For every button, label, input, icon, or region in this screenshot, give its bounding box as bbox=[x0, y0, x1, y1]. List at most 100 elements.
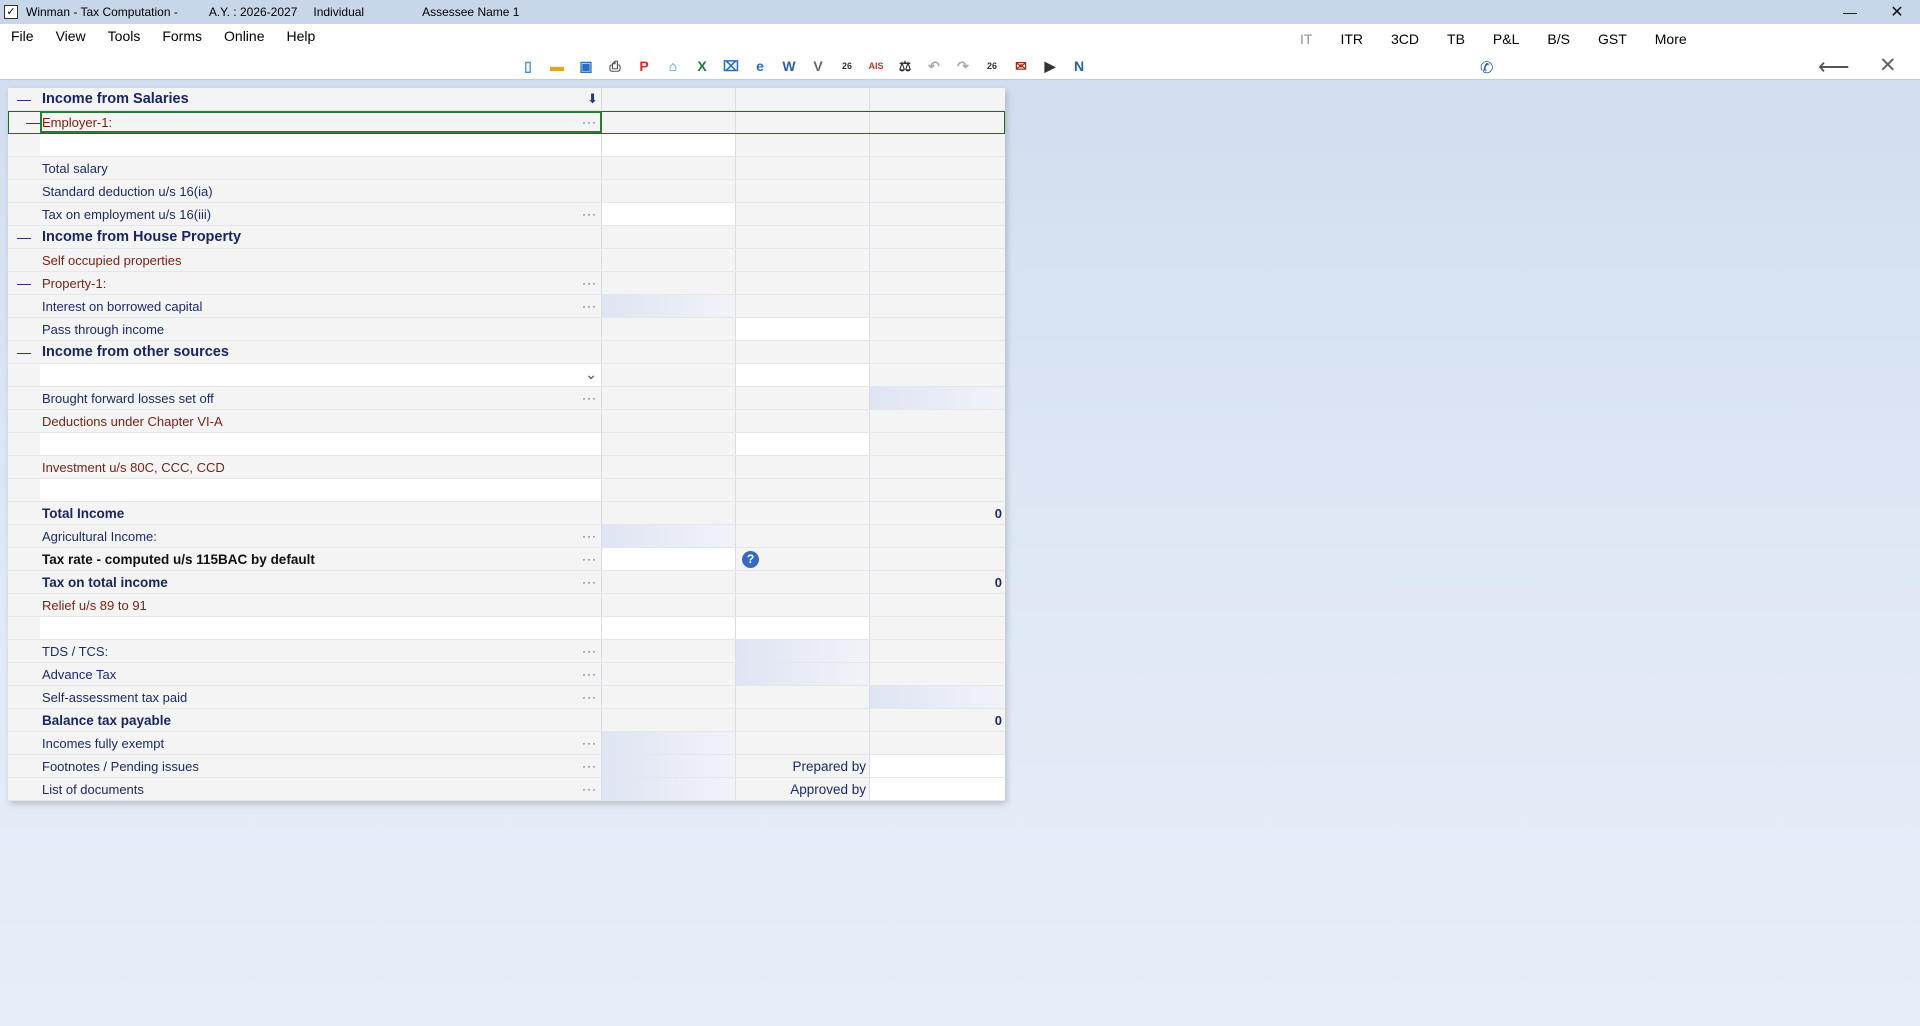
value-cell-2[interactable] bbox=[736, 387, 870, 409]
row-label-cell[interactable]: Brought forward losses set off ··· bbox=[40, 387, 602, 409]
value-cell-2[interactable] bbox=[736, 157, 870, 179]
value-cell-1[interactable] bbox=[602, 134, 736, 156]
print-icon[interactable]: ⎙ bbox=[603, 56, 627, 76]
download-icon[interactable]: ⬇ bbox=[587, 91, 598, 107]
module-tab-more[interactable]: More bbox=[1655, 31, 1687, 47]
redo-icon[interactable]: ↷ bbox=[951, 56, 975, 76]
new-icon[interactable]: ▯ bbox=[516, 56, 540, 76]
value-cell-2[interactable] bbox=[736, 111, 870, 133]
value-cell-1[interactable] bbox=[602, 364, 736, 386]
value-cell-1[interactable] bbox=[602, 663, 736, 685]
menu-help[interactable]: Help bbox=[286, 28, 315, 44]
value-cell-2[interactable] bbox=[736, 594, 870, 616]
value-cell-1[interactable] bbox=[602, 686, 736, 708]
value-cell-1[interactable] bbox=[602, 341, 736, 363]
value-cell-1[interactable] bbox=[602, 387, 736, 409]
row-label-cell[interactable]: Deductions under Chapter VI-A bbox=[40, 410, 602, 432]
value-cell-2[interactable] bbox=[736, 249, 870, 271]
value-cell-3[interactable] bbox=[870, 479, 1005, 501]
module-tab-itr[interactable]: ITR bbox=[1340, 31, 1363, 47]
row-label-cell[interactable] bbox=[40, 134, 602, 156]
more-options-icon[interactable]: ··· bbox=[582, 690, 597, 704]
value-cell-3[interactable] bbox=[870, 433, 1005, 455]
module-tab-bs[interactable]: B/S bbox=[1547, 31, 1570, 47]
row-label-cell[interactable]: Footnotes / Pending issues ··· bbox=[40, 755, 602, 777]
value-cell-3[interactable] bbox=[870, 226, 1005, 248]
module-tab-tb[interactable]: TB bbox=[1447, 31, 1465, 47]
app-checkbox-icon[interactable]: ✓ bbox=[4, 5, 18, 19]
value-cell-3[interactable] bbox=[870, 525, 1005, 547]
row-label-cell[interactable]: Total Income bbox=[40, 502, 602, 524]
row-label-cell[interactable]: Investment u/s 80C, CCC, CCD bbox=[40, 456, 602, 478]
value-cell-3[interactable] bbox=[870, 134, 1005, 156]
value-cell-2[interactable] bbox=[736, 502, 870, 524]
row-label-cell[interactable]: List of documents ··· bbox=[40, 778, 602, 800]
value-cell-3[interactable] bbox=[870, 295, 1005, 317]
value-cell-3[interactable] bbox=[870, 686, 1005, 708]
phone-icon[interactable]: ✆ bbox=[1480, 58, 1493, 78]
value-cell-2[interactable] bbox=[736, 180, 870, 202]
value-cell-3[interactable] bbox=[870, 272, 1005, 294]
menu-forms[interactable]: Forms bbox=[162, 28, 202, 44]
value-cell-3[interactable] bbox=[870, 617, 1005, 639]
chevron-down-icon[interactable]: ⌄ bbox=[585, 366, 597, 383]
value-cell-3[interactable] bbox=[870, 88, 1005, 110]
value-cell-2[interactable] bbox=[736, 295, 870, 317]
more-options-icon[interactable]: ··· bbox=[582, 276, 597, 290]
value-cell-3[interactable]: 0 bbox=[870, 709, 1005, 731]
value-cell-1[interactable] bbox=[602, 548, 736, 570]
row-label-cell[interactable]: Total salary bbox=[40, 157, 602, 179]
back-arrow-icon[interactable]: ⟵ bbox=[1818, 54, 1850, 80]
row-label-cell[interactable]: Property-1: ··· bbox=[40, 272, 602, 294]
value-cell-1[interactable] bbox=[602, 456, 736, 478]
close-window-button[interactable]: ✕ bbox=[1874, 0, 1920, 24]
value-cell-2[interactable]: Prepared by bbox=[736, 755, 870, 777]
value-cell-2[interactable] bbox=[736, 341, 870, 363]
value-cell-2[interactable] bbox=[736, 686, 870, 708]
value-cell-3[interactable] bbox=[870, 249, 1005, 271]
value-cell-3[interactable] bbox=[870, 180, 1005, 202]
home-icon[interactable]: ⌂ bbox=[661, 56, 685, 76]
value-cell-3[interactable]: 0 bbox=[870, 502, 1005, 524]
row-label-cell[interactable] bbox=[40, 617, 602, 639]
value-cell-1[interactable] bbox=[602, 111, 736, 133]
value-cell-3[interactable] bbox=[870, 157, 1005, 179]
module-tab-3cd[interactable]: 3CD bbox=[1391, 31, 1419, 47]
value-cell-1[interactable] bbox=[602, 617, 736, 639]
row-label-cell[interactable]: Income from other sources bbox=[40, 341, 602, 363]
collapse-toggle[interactable]: — bbox=[8, 111, 40, 133]
value-cell-2[interactable] bbox=[736, 88, 870, 110]
value-cell-1[interactable] bbox=[602, 479, 736, 501]
more-options-icon[interactable]: ··· bbox=[582, 552, 597, 566]
value-cell-1[interactable] bbox=[602, 640, 736, 662]
value-cell-2[interactable] bbox=[736, 640, 870, 662]
value-cell-3[interactable]: 0 bbox=[870, 571, 1005, 593]
row-label-cell[interactable]: Agricultural Income: ··· bbox=[40, 525, 602, 547]
value-cell-2[interactable] bbox=[736, 663, 870, 685]
menu-view[interactable]: View bbox=[56, 28, 86, 44]
ie-icon[interactable]: e bbox=[748, 56, 772, 76]
more-options-icon[interactable]: ··· bbox=[582, 736, 597, 750]
value-cell-3[interactable] bbox=[870, 387, 1005, 409]
value-cell-1[interactable] bbox=[602, 226, 736, 248]
value-cell-1[interactable] bbox=[602, 709, 736, 731]
close-form-icon[interactable]: ✕ bbox=[1879, 53, 1897, 78]
value-cell-1[interactable] bbox=[602, 295, 736, 317]
collapse-toggle[interactable]: — bbox=[8, 226, 40, 248]
word-icon[interactable]: W bbox=[777, 56, 801, 76]
menu-file[interactable]: File bbox=[11, 28, 34, 44]
value-cell-3[interactable] bbox=[870, 364, 1005, 386]
undo-icon[interactable]: ↶ bbox=[922, 56, 946, 76]
value-cell-3[interactable] bbox=[870, 778, 1005, 800]
row-label-cell[interactable]: Tax on employment u/s 16(iii) ··· bbox=[40, 203, 602, 225]
row-label-cell[interactable]: ⌄ bbox=[40, 364, 602, 386]
value-cell-1[interactable] bbox=[602, 502, 736, 524]
value-cell-1[interactable] bbox=[602, 203, 736, 225]
collapse-toggle[interactable]: — bbox=[8, 272, 40, 294]
value-cell-2[interactable] bbox=[736, 732, 870, 754]
more-options-icon[interactable]: ··· bbox=[582, 391, 597, 405]
value-cell-1[interactable] bbox=[602, 272, 736, 294]
row-label-cell[interactable]: Tax on total income ··· bbox=[40, 571, 602, 593]
row-label-cell[interactable]: Advance Tax ··· bbox=[40, 663, 602, 685]
value-cell-1[interactable] bbox=[602, 88, 736, 110]
